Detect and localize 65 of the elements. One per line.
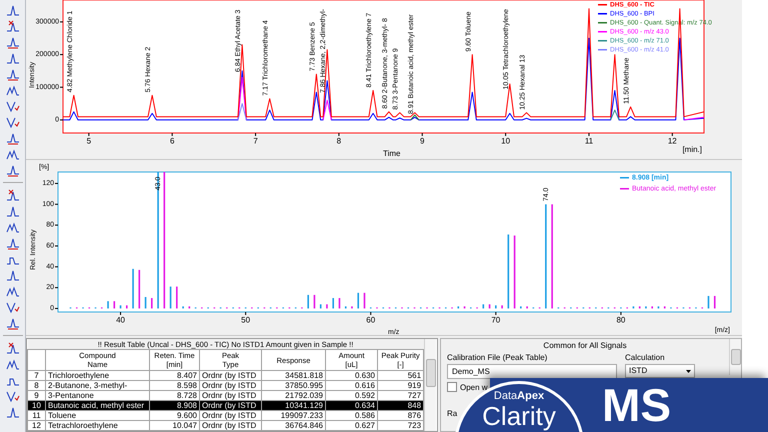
peak-baseline-icon[interactable]: [6, 236, 20, 250]
peak-icon[interactable]: [6, 204, 20, 218]
table-cell: Tetrachloroethylene: [46, 420, 150, 430]
table-row[interactable]: 12 Tetrachloroethylene 10.047 Ordnr (by ISTD 36764.846 0.627 723: [28, 420, 424, 430]
axis-tick-label: 40: [116, 316, 125, 325]
peak-baseline-icon[interactable]: [6, 316, 20, 330]
axis-tick-label: 6: [170, 136, 174, 146]
peak-icon[interactable]: [6, 3, 20, 17]
valley-icon[interactable]: [6, 115, 20, 129]
axis-tick-label: 70: [491, 316, 500, 325]
double-peak-icon[interactable]: [6, 357, 20, 371]
axis-tick-label: 80: [616, 316, 626, 325]
double-peak-icon[interactable]: [6, 220, 20, 234]
field-label: Ra: [447, 409, 458, 418]
checkbox[interactable]: [447, 382, 457, 392]
peak-baseline-icon[interactable]: [6, 67, 20, 81]
table-cell: 723: [378, 420, 424, 430]
axis-tick-label: 7: [253, 136, 258, 146]
peak-baseline-icon[interactable]: [6, 131, 20, 145]
pane-title: Common for All Signals: [542, 341, 628, 350]
cross-peak-icon[interactable]: [6, 341, 20, 355]
double-peak-icon[interactable]: [6, 147, 20, 161]
axis-unit: [min.]: [682, 145, 702, 154]
axis-tick-label: 9: [420, 136, 424, 146]
table-cell: 0.627: [326, 420, 378, 430]
field-label: Calculation: [625, 353, 666, 362]
peak-icon[interactable]: [6, 51, 20, 65]
axis-tick-label: 60: [366, 316, 376, 325]
cross-peak-icon[interactable]: [6, 19, 20, 33]
axis-tick-label: 50: [241, 316, 250, 325]
table-row[interactable]: 7 Trichloroethylene 8.407 Ordnr (by ISTD 34581.818 0.630 561: [28, 370, 424, 380]
calibration-file-field[interactable]: Demo_MS: [447, 364, 617, 379]
valley-icon[interactable]: [6, 389, 20, 403]
caret-icon: [686, 370, 691, 372]
cross-peak-icon[interactable]: [6, 188, 20, 202]
table-row[interactable]: 9 3-Pentanone 8.728 Ordnr (by ISTD 21792.039 0.592 727: [28, 390, 424, 400]
valley-icon[interactable]: [6, 99, 20, 113]
field-label: Calibration File (Peak Table): [447, 353, 548, 362]
table-row[interactable]: 10 Butanoic acid, methyl ester 8.908 Ordnr (by ISTD 10341.129 0.634 848: [28, 400, 424, 410]
peak-icon[interactable]: [6, 405, 20, 419]
axis-tick-label: 11: [584, 136, 594, 146]
peak-icon[interactable]: [6, 268, 20, 282]
axis-tick-label: 8: [336, 136, 342, 146]
table-row[interactable]: 8 2-Butanone, 3-methyl- 8.598 Ordnr (by ISTD 37850.995 0.616 919: [28, 380, 424, 390]
axis-title: Time: [383, 149, 400, 158]
valley-icon[interactable]: [6, 300, 20, 314]
checkbox-label: Open w: [460, 382, 488, 392]
row-number: 12: [28, 420, 46, 430]
scrollbar[interactable]: [729, 339, 741, 375]
peak-baseline-icon[interactable]: [6, 163, 20, 177]
calculation-dropdown[interactable]: ISTD: [625, 364, 695, 378]
axis-tick-label: 5: [86, 136, 92, 146]
table-row[interactable]: 11 Toluene 9.600 Ordnr (by ISTD 199097.233 0.586 876: [28, 410, 424, 420]
table-cell: 10.047: [150, 420, 200, 430]
logo-product: Clarity: [482, 402, 556, 430]
table-cell: Ordnr (by ISTD: [200, 420, 262, 430]
double-peak-icon[interactable]: [6, 284, 20, 298]
axis-tick-label: 10: [501, 136, 510, 146]
logo-brand: DataApex: [494, 390, 544, 402]
axis-tick-label: 12: [668, 136, 677, 146]
scrollbar[interactable]: [424, 339, 436, 431]
peak-baseline-icon[interactable]: [6, 35, 20, 49]
logo-edition: MS: [602, 382, 671, 428]
double-peak-icon[interactable]: [6, 83, 20, 97]
table-cell: 36764.846: [262, 420, 326, 430]
